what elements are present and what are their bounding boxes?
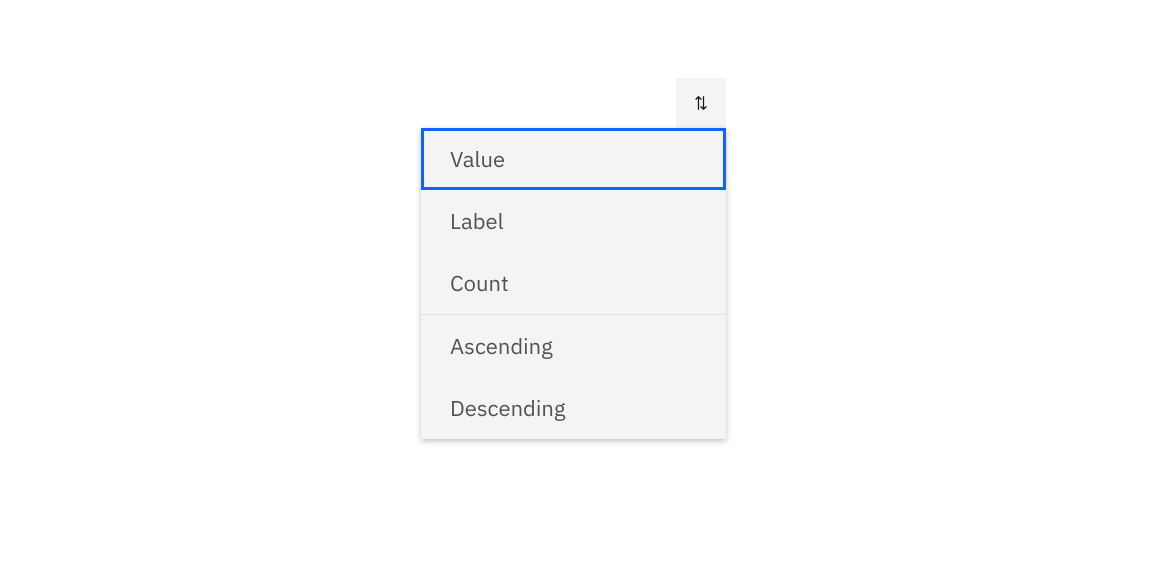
sort-order-label: Descending bbox=[450, 394, 565, 423]
sort-option-label: Value bbox=[450, 145, 505, 174]
sort-option-label: Count bbox=[450, 269, 509, 298]
sort-order-ascending[interactable]: Ascending bbox=[421, 315, 726, 377]
sort-toggle-button[interactable] bbox=[676, 78, 726, 128]
sort-option-count[interactable]: Count bbox=[421, 252, 726, 314]
sort-option-label: Label bbox=[450, 207, 504, 236]
sort-dropdown-menu: Value Label Count Ascending Descending bbox=[421, 128, 726, 439]
sort-order-label: Ascending bbox=[450, 332, 553, 361]
sort-option-label-field[interactable]: Label bbox=[421, 190, 726, 252]
sort-order-descending[interactable]: Descending bbox=[421, 377, 726, 439]
sort-option-value[interactable]: Value bbox=[421, 128, 726, 190]
